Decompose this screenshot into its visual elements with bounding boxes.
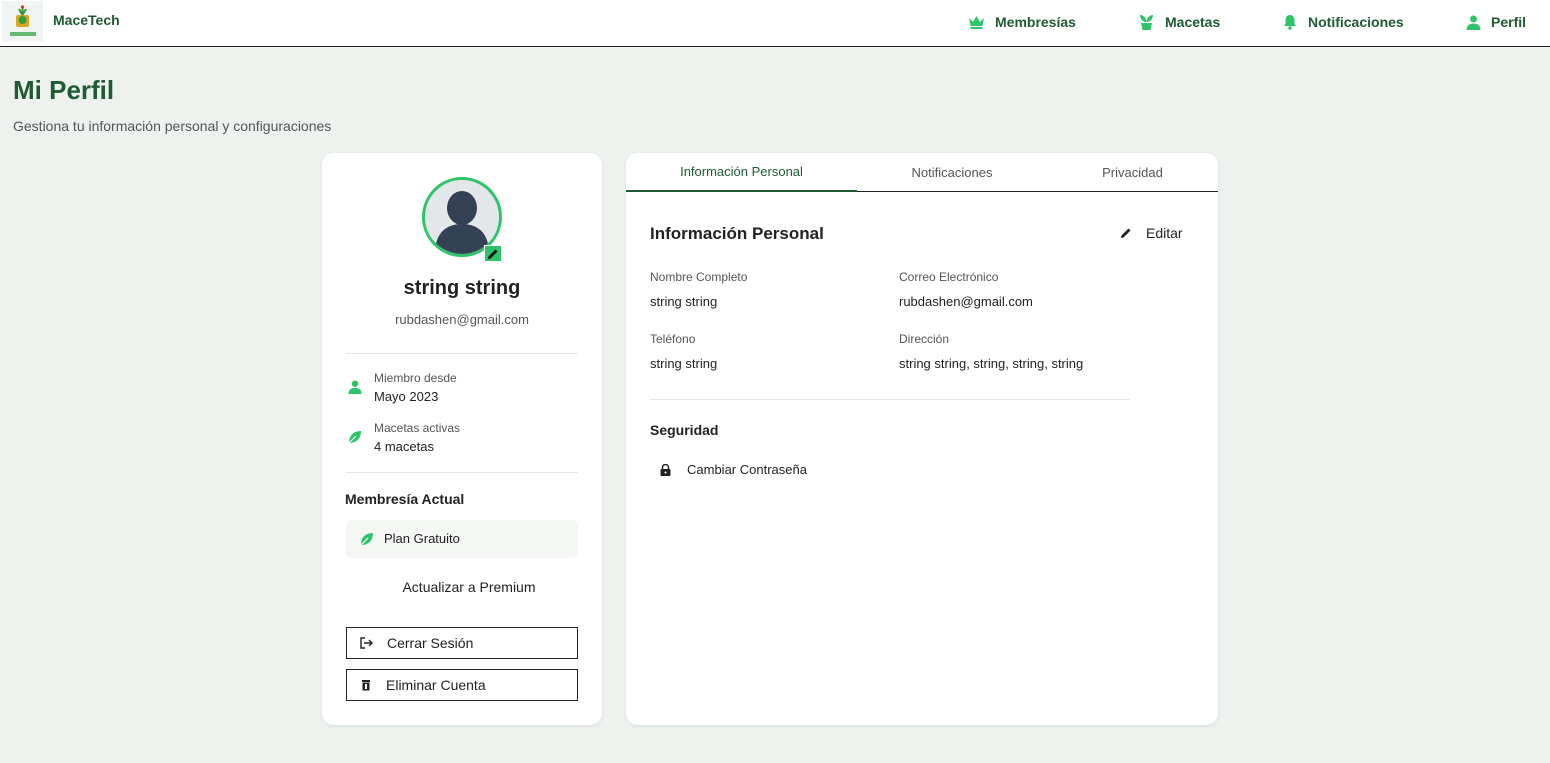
personal-info-title: Información Personal <box>650 224 824 243</box>
profile-tabs: Información Personal Notificaciones Priv… <box>626 153 1218 192</box>
avatar-edit-button[interactable] <box>484 245 502 262</box>
change-password-label: Cambiar Contraseña <box>687 462 807 477</box>
security-title: Seguridad <box>650 422 719 438</box>
edit-label: Editar <box>1146 225 1183 241</box>
crown-icon <box>969 16 984 29</box>
bell-icon <box>1284 15 1296 30</box>
brand-name[interactable]: MaceTech <box>53 12 120 28</box>
delete-account-button[interactable]: Eliminar Cuenta <box>346 669 578 701</box>
nav-memberships[interactable]: Membresías <box>968 12 1076 32</box>
leaf-icon <box>360 533 373 546</box>
tab-privacy[interactable]: Privacidad <box>1047 153 1218 191</box>
nav-pots[interactable]: Macetas <box>1138 12 1220 32</box>
current-plan-box: Plan Gratuito <box>346 520 578 558</box>
plan-name: Plan Gratuito <box>384 531 460 546</box>
profile-details-card: Información Personal Notificaciones Priv… <box>626 153 1218 725</box>
logout-label: Cerrar Sesión <box>387 635 474 651</box>
brand-logo[interactable] <box>2 1 43 42</box>
divider <box>346 353 578 354</box>
profile-summary-card: string string rubdashen@gmail.com Miembr… <box>322 153 602 725</box>
active-pots-value: 4 macetas <box>374 439 434 454</box>
member-since-value: Mayo 2023 <box>374 389 439 404</box>
divider <box>346 472 578 473</box>
phone-label: Teléfono <box>650 332 696 346</box>
pencil-icon <box>488 249 498 259</box>
member-since-row: Miembro desde Mayo 2023 <box>346 371 578 407</box>
member-since-label: Miembro desde <box>374 371 457 385</box>
plant-pot-icon <box>1140 15 1153 30</box>
membership-heading: Membresía Actual <box>345 491 465 507</box>
change-password-button[interactable]: Cambiar Contraseña <box>660 462 807 477</box>
email-label: Correo Electrónico <box>899 270 999 284</box>
logout-icon <box>360 637 373 649</box>
page-title: Mi Perfil <box>13 75 115 105</box>
email-value: rubdashen@gmail.com <box>899 294 1033 309</box>
page-subtitle: Gestiona tu información personal y confi… <box>13 118 332 134</box>
tab-personal-info[interactable]: Información Personal <box>626 153 857 192</box>
divider <box>650 399 1130 400</box>
person-icon <box>348 380 362 394</box>
user-name: string string <box>403 277 521 299</box>
tab-notifications[interactable]: Notificaciones <box>857 153 1047 191</box>
top-navbar: MaceTech Membresías Macetas Notificacion… <box>0 0 1550 47</box>
nav-notifications-label: Notificaciones <box>1308 14 1404 30</box>
full-name-label: Nombre Completo <box>650 270 748 284</box>
logout-button[interactable]: Cerrar Sesión <box>346 627 578 659</box>
full-name-value: string string <box>650 294 718 309</box>
trash-icon <box>362 680 370 691</box>
person-icon <box>1466 15 1481 30</box>
active-pots-label: Macetas activas <box>374 421 461 435</box>
edit-button[interactable]: Editar <box>1120 225 1183 241</box>
nav-profile[interactable]: Perfil <box>1466 12 1526 32</box>
pencil-icon <box>1121 228 1131 238</box>
lock-icon <box>660 463 671 476</box>
address-value: string string, string, string, string <box>899 356 1084 371</box>
user-email: rubdashen@gmail.com <box>395 312 529 327</box>
address-label: Dirección <box>899 332 950 346</box>
nav-memberships-label: Membresías <box>995 14 1076 30</box>
upgrade-premium-button[interactable]: Actualizar a Premium <box>346 579 592 595</box>
phone-value: string string <box>650 356 718 371</box>
delete-account-label: Eliminar Cuenta <box>386 677 486 693</box>
nav-notifications[interactable]: Notificaciones <box>1282 12 1404 32</box>
user-silhouette-icon <box>435 191 489 254</box>
active-pots-row: Macetas activas 4 macetas <box>346 421 578 457</box>
nav-profile-label: Perfil <box>1491 14 1527 30</box>
nav-pots-label: Macetas <box>1165 14 1221 30</box>
leaf-icon <box>348 431 361 444</box>
